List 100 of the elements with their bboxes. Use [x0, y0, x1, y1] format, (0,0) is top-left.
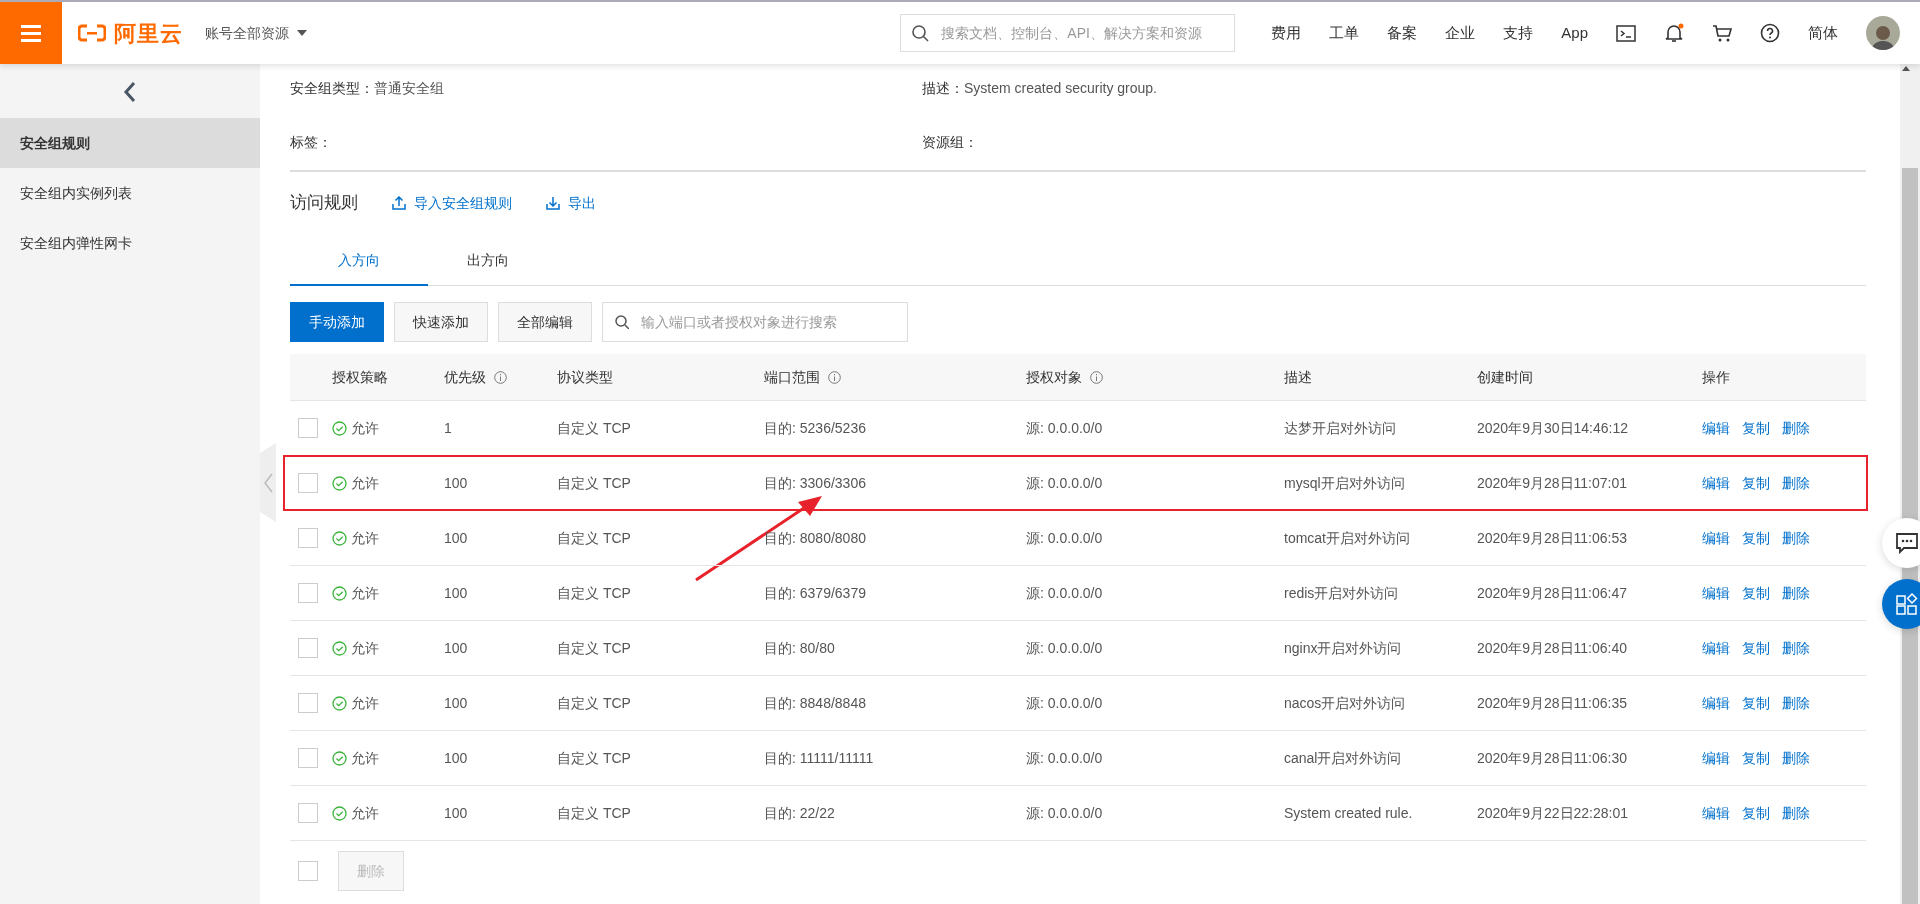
row-checkbox[interactable] [298, 583, 318, 603]
table-cell: 自定义 TCP [557, 804, 631, 821]
chevron-left-icon [123, 82, 137, 102]
row-action-link[interactable]: 删除 [1782, 582, 1810, 604]
row-action-link[interactable]: 删除 [1782, 472, 1810, 494]
row-action-link[interactable]: 编辑 [1702, 472, 1730, 494]
collapse-button[interactable] [123, 82, 137, 102]
row-action-link[interactable]: 复制 [1742, 527, 1770, 549]
row-action-link[interactable]: 复制 [1742, 582, 1770, 604]
apps-button[interactable] [1882, 579, 1920, 629]
field-label: 资源组： [922, 133, 978, 152]
search-field[interactable]: 输入端口或者授权对象进行搜索 [602, 302, 908, 342]
direction-tab[interactable]: 出方向 [428, 236, 548, 286]
row-action-link[interactable]: 删除 [1782, 637, 1810, 659]
row-action-link[interactable]: 复制 [1742, 692, 1770, 714]
search-field[interactable]: 搜索文档、控制台、API、解决方案和资源 [900, 14, 1236, 52]
chat-button[interactable] [1882, 518, 1920, 568]
table-cell: 2020年9月28日11:06:35 [1477, 694, 1627, 711]
row-action-link[interactable]: 编辑 [1702, 527, 1730, 549]
action-link[interactable]: 导出 [546, 192, 596, 214]
row-action-link[interactable]: 复制 [1742, 802, 1770, 824]
terminal-icon[interactable] [1616, 23, 1636, 43]
nav-link[interactable]: 支持 [1503, 21, 1534, 45]
table-cell: 目的: 3306/3306 [764, 474, 866, 491]
row-action-link[interactable]: 删除 [1782, 527, 1810, 549]
table-cell: canal开启对外访问 [1284, 749, 1402, 766]
table-cell: 2020年9月28日11:06:47 [1477, 584, 1627, 601]
user-avatar[interactable] [1866, 16, 1900, 50]
row-checkbox[interactable] [298, 748, 318, 768]
section-title: 访问规则 [290, 192, 358, 215]
logo-text[interactable]: 阿里云 [114, 16, 183, 50]
table-cell-text: 允许 [351, 748, 379, 768]
row-action-link[interactable]: 删除 [1782, 417, 1810, 439]
row-checkbox[interactable] [298, 638, 318, 658]
person-icon [1871, 24, 1895, 50]
sidebar-item[interactable]: 安全组规则 [0, 118, 260, 168]
row-checkbox[interactable] [298, 693, 318, 713]
table-cell: 自定义 TCP [557, 474, 631, 491]
row-action-link[interactable]: 编辑 [1702, 747, 1730, 769]
sidebar-item[interactable]: 安全组内实例列表 [0, 168, 260, 218]
row-checkbox[interactable] [298, 473, 318, 493]
row-checkbox[interactable] [298, 803, 318, 823]
row-action-link[interactable]: 删除 [1782, 692, 1810, 714]
field-label: 标签： [290, 133, 332, 152]
nav-link[interactable]: App [1561, 21, 1588, 45]
row-checkbox[interactable] [298, 418, 318, 438]
nav-link[interactable]: 费用 [1271, 21, 1302, 45]
table-cell: 达梦开启对外访问 [1284, 419, 1396, 436]
check-circle-icon [332, 420, 347, 436]
notification-icon[interactable] [1664, 23, 1684, 43]
row-action-link[interactable]: 复制 [1742, 472, 1770, 494]
table-cell: 自定义 TCP [557, 419, 631, 436]
row-checkbox[interactable] [298, 528, 318, 548]
table-cell: 目的: 22/22 [764, 804, 835, 821]
row-action-link[interactable]: 复制 [1742, 417, 1770, 439]
table-cell: redis开启对外访问 [1284, 584, 1399, 601]
row-action-link[interactable]: 编辑 [1702, 417, 1730, 439]
table-cell-text: 允许 [351, 528, 379, 548]
nav-link[interactable]: 企业 [1445, 21, 1476, 45]
row-action-link[interactable]: 编辑 [1702, 582, 1730, 604]
info-icon[interactable] [1090, 370, 1103, 384]
check-circle-icon [332, 805, 347, 821]
select-all-checkbox[interactable] [298, 861, 318, 881]
row-action-link[interactable]: 复制 [1742, 637, 1770, 659]
table-cell: 100 [444, 584, 468, 601]
nav-link[interactable]: 简体 [1808, 21, 1838, 45]
field-label: 安全组类型： [290, 79, 374, 98]
table-cell: 100 [444, 749, 468, 766]
check-circle-icon [332, 695, 347, 711]
logo-icon[interactable] [78, 23, 106, 43]
info-icon[interactable] [494, 370, 507, 384]
toolbar-button[interactable]: 全部编辑 [498, 302, 592, 342]
row-action-link[interactable]: 删除 [1782, 802, 1810, 824]
info-icon[interactable] [828, 370, 841, 384]
action-link[interactable]: 导入安全组规则 [392, 192, 512, 214]
nav-link[interactable]: 工单 [1329, 21, 1360, 45]
chat-icon [1895, 532, 1919, 554]
sidebar-item[interactable]: 安全组内弹性网卡 [0, 218, 260, 268]
table-cell: 目的: 80/80 [764, 639, 835, 656]
row-action-link[interactable]: 编辑 [1702, 637, 1730, 659]
table-cell: 2020年9月28日11:06:53 [1477, 529, 1627, 546]
menu-button[interactable] [0, 2, 62, 64]
toolbar-button[interactable]: 快速添加 [394, 302, 488, 342]
nav-link[interactable]: 备案 [1387, 21, 1418, 45]
field-value: 普通安全组 [374, 79, 444, 98]
direction-tab[interactable]: 入方向 [290, 236, 428, 286]
cart-icon[interactable] [1712, 24, 1732, 42]
table-cell: 100 [444, 694, 468, 711]
check-circle-icon [332, 585, 347, 601]
table-cell: 源: 0.0.0.0/0 [1026, 639, 1103, 656]
chevron-left-icon [263, 472, 273, 493]
row-action-link[interactable]: 删除 [1782, 747, 1810, 769]
account-menu[interactable]: 账号全部资源 [199, 21, 313, 45]
add-button[interactable]: 手动添加 [290, 302, 384, 342]
row-action-link[interactable]: 编辑 [1702, 692, 1730, 714]
row-action-link[interactable]: 编辑 [1702, 802, 1730, 824]
table-cell: nginx开启对外访问 [1284, 639, 1402, 656]
table-cell: 2020年9月28日11:06:40 [1477, 639, 1627, 656]
row-action-link[interactable]: 复制 [1742, 747, 1770, 769]
help-icon[interactable] [1760, 23, 1780, 43]
